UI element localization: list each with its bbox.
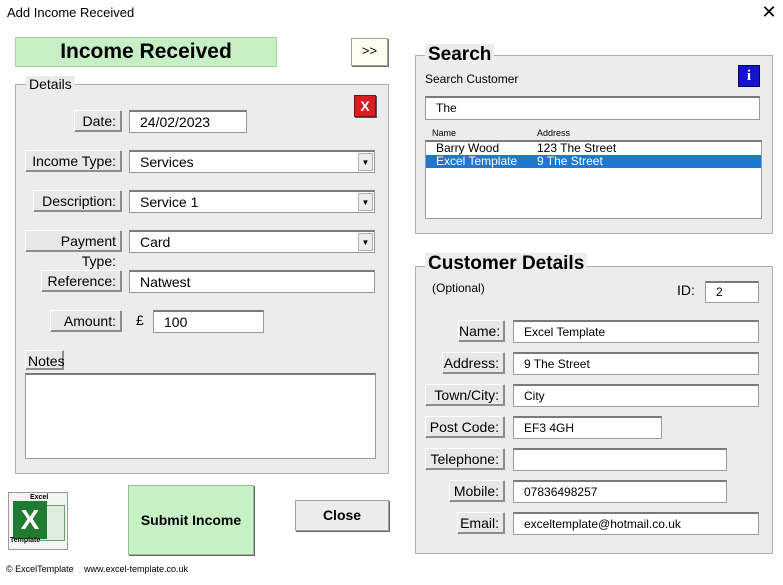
payment-type-value: Card [140,234,171,250]
email-label: Email: [457,512,505,534]
list-item-selected[interactable]: Excel Template 9 The Street [426,155,761,168]
submit-income-button[interactable]: Submit Income [128,485,254,555]
address-field[interactable]: 9 The Street [513,352,759,375]
column-header-name: Name [432,128,457,138]
expand-button[interactable]: >> [351,38,388,66]
post-code-field[interactable]: EF3 4GH [513,416,662,439]
name-field[interactable]: Excel Template [513,320,759,343]
description-label: Description: [33,190,122,212]
email-field[interactable]: exceltemplate@hotmail.co.uk [513,512,759,535]
id-field[interactable]: 2 [705,281,759,303]
chevron-down-icon[interactable]: ▼ [358,233,373,251]
customer-list[interactable]: Barry Wood 123 The Street Excel Template… [425,140,762,219]
currency-symbol: £ [136,312,144,328]
notes-label: Notes [25,350,65,370]
delete-icon[interactable]: X [354,95,376,117]
search-customer-label: Search Customer [425,72,519,86]
copyright-text: © ExcelTemplate [6,564,74,574]
mobile-label: Mobile: [449,480,505,502]
customer-details-frame [415,266,773,554]
town-city-field[interactable]: City [513,384,759,407]
chevron-down-icon[interactable]: ▼ [358,153,373,171]
notes-field[interactable] [25,373,376,459]
excel-template-logo: Excel X Template [8,492,68,550]
window-title: Add Income Received [7,5,135,20]
date-label: Date: [74,110,122,132]
close-icon[interactable]: ✕ [760,2,778,22]
search-input[interactable]: The [425,96,760,120]
search-legend: Search [425,44,495,66]
name-label: Name: [458,320,505,342]
telephone-label: Telephone: [425,448,505,470]
payment-type-label: Payment Type: [25,230,122,269]
logo-letter: X [13,501,47,539]
chevron-down-icon[interactable]: ▼ [358,193,373,211]
website-text: www.excel-template.co.uk [84,564,189,574]
income-type-select[interactable]: Services ▼ [129,150,375,173]
list-item-name: Excel Template [436,154,518,168]
mobile-field[interactable]: 07836498257 [513,480,727,503]
logo-text-bottom: Template [10,537,41,544]
list-item-address: 9 The Street [537,154,603,168]
description-select[interactable]: Service 1 ▼ [129,190,375,213]
payment-type-select[interactable]: Card ▼ [129,230,375,253]
logo-text-top: Excel [30,494,49,501]
customer-details-legend: Customer Details [425,253,588,275]
reference-label: Reference: [41,270,122,292]
amount-field[interactable]: 100 [153,310,264,333]
amount-label: Amount: [50,310,122,332]
info-icon[interactable]: i [738,65,760,87]
address-label: Address: [442,352,505,374]
details-legend: Details [26,76,75,92]
column-header-address: Address [537,128,571,138]
date-field[interactable]: 24/02/2023 [129,110,247,133]
income-type-value: Services [140,154,194,170]
reference-field[interactable]: Natwest [129,270,375,293]
optional-label: (Optional) [432,281,485,295]
description-value: Service 1 [140,194,199,210]
post-code-label: Post Code: [425,416,505,438]
town-city-label: Town/City: [425,384,505,406]
id-label: ID: [677,282,695,298]
page-title: Income Received [15,37,277,67]
income-type-label: Income Type: [25,150,122,172]
telephone-field[interactable] [513,448,727,471]
close-button[interactable]: Close [295,500,389,531]
